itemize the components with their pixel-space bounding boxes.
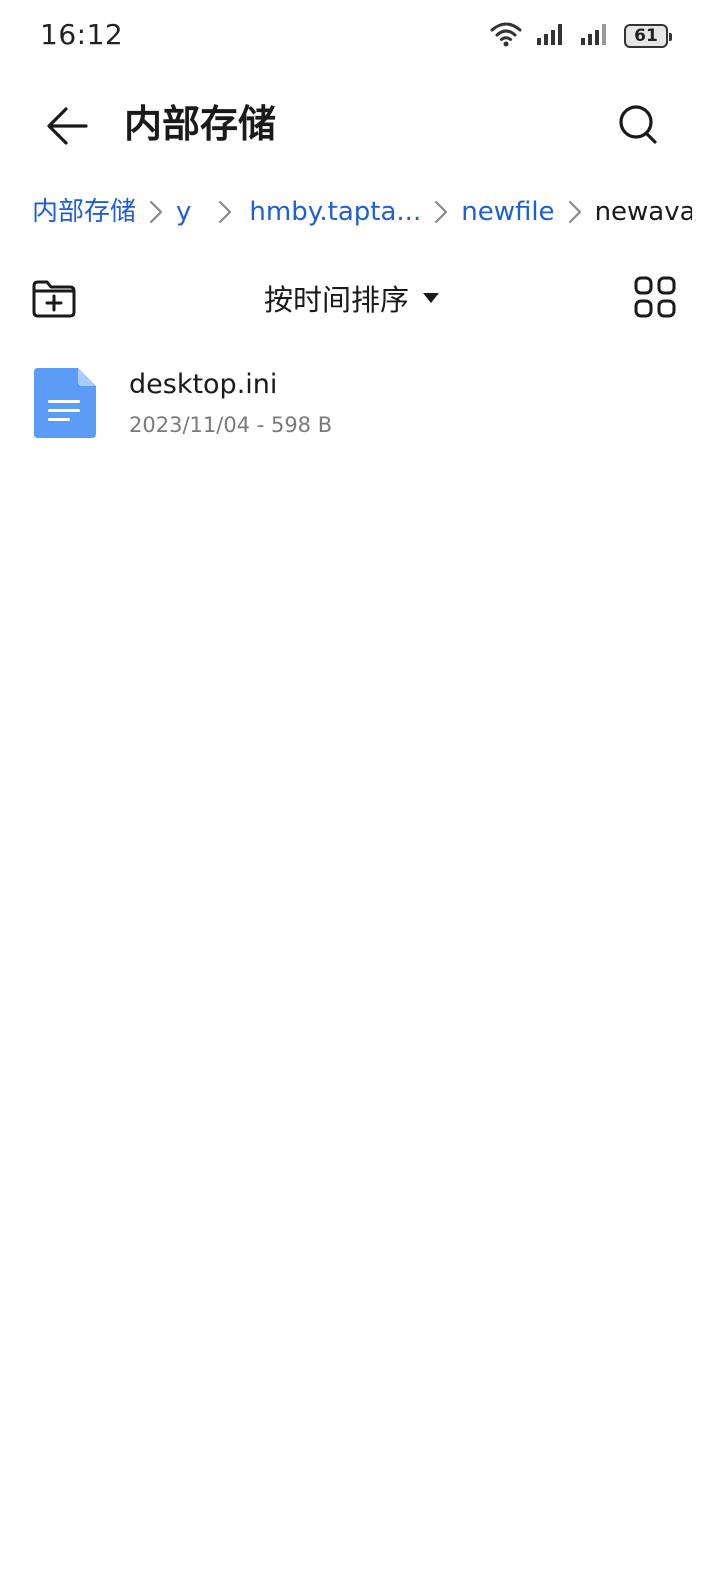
toolbar: 按时间排序 [0,270,720,326]
file-name: desktop.ini [129,369,278,400]
chevron-right-icon [149,200,163,224]
battery-level: 61 [634,26,658,46]
breadcrumb-item-hmby[interactable]: hmby.tapta... [249,190,421,234]
search-icon [619,105,657,144]
sort-button[interactable]: 按时间排序 [264,274,441,322]
signal-icon [536,22,566,50]
breadcrumb-item-newfile[interactable]: newfile [461,190,554,234]
file-meta: 2023/11/04 - 598 B [129,413,333,437]
signal-icon [580,22,610,50]
new-folder-button[interactable] [30,276,78,320]
page-title: 内部存储 [124,102,277,146]
folder-add-icon [32,280,76,318]
document-icon [34,368,96,438]
search-button[interactable] [614,100,666,152]
status-time: 16:12 [40,18,124,51]
breadcrumb: 内部存储 y hmby.tapta... newfile newavatar [32,190,692,234]
status-bar: 16:12 61 [0,0,720,72]
status-icons: 61 [490,21,672,51]
battery-icon: 61 [624,24,672,48]
chevron-right-icon [219,200,232,224]
grid-view-icon [634,276,676,318]
caret-down-icon [423,293,440,303]
chevron-right-icon [568,200,581,224]
breadcrumb-item-newavatar: newavatar [594,197,692,227]
chevron-right-icon [435,200,448,224]
breadcrumb-item-internal-storage[interactable]: 内部存储 [32,190,136,234]
wifi-icon [490,21,522,51]
back-button[interactable] [40,100,92,152]
title-bar: 内部存储 [0,88,720,160]
view-toggle-button[interactable] [634,276,676,318]
arrow-left-icon [47,107,88,145]
file-list: desktop.ini 2023/11/04 - 598 B [0,350,720,460]
list-item[interactable]: desktop.ini 2023/11/04 - 598 B [0,350,720,460]
breadcrumb-item-y[interactable]: y [176,190,191,234]
sort-label: 按时间排序 [264,283,410,317]
